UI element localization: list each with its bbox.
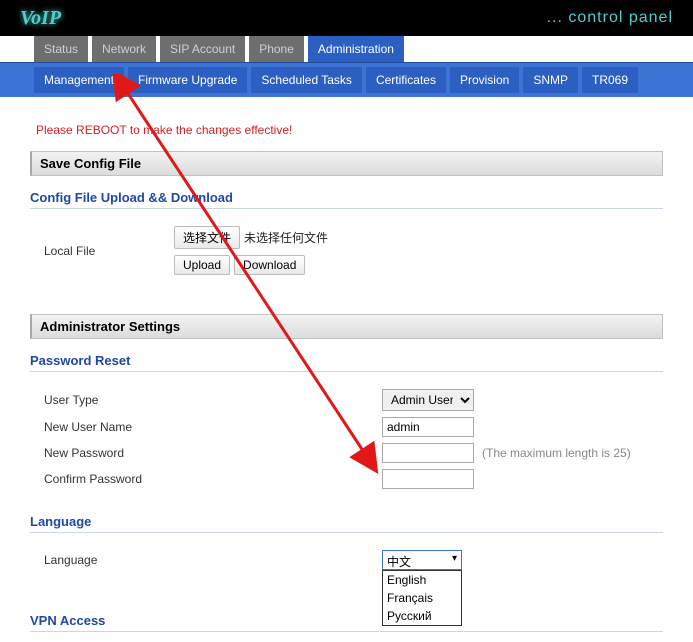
new-username-label: New User Name [44, 420, 174, 434]
app-logo: VoIP [20, 7, 61, 30]
tab-sip-account[interactable]: SIP Account [160, 36, 245, 62]
new-username-input[interactable] [382, 417, 474, 437]
subheading-config-file: Config File Upload && Download [30, 190, 663, 209]
subheading-password-reset: Password Reset [30, 353, 663, 372]
tab-status[interactable]: Status [34, 36, 88, 62]
main-tab-bar: Status Network SIP Account Phone Adminis… [0, 36, 693, 63]
app-header: VoIP ... control panel [0, 0, 693, 36]
subheading-vpn-access: VPN Access [30, 613, 663, 632]
subtab-snmp[interactable]: SNMP [523, 67, 578, 93]
user-type-label: User Type [44, 393, 174, 407]
confirm-password-input[interactable] [382, 469, 474, 489]
language-option-francais[interactable]: Français [383, 589, 461, 607]
section-admin-settings: Administrator Settings [30, 314, 663, 339]
local-file-label: Local File [44, 244, 174, 258]
user-type-select[interactable]: Admin User [382, 389, 474, 411]
language-label: Language [44, 553, 174, 567]
tab-administration[interactable]: Administration [308, 36, 404, 62]
subtab-management[interactable]: Management [34, 67, 124, 93]
subheading-language: Language [30, 514, 663, 533]
reboot-warning: Please REBOOT to make the changes effect… [36, 123, 663, 137]
language-dropdown: English Français Русский [382, 570, 462, 626]
subtab-firmware-upgrade[interactable]: Firmware Upgrade [128, 67, 247, 93]
language-option-russian[interactable]: Русский [383, 607, 461, 625]
subtab-certificates[interactable]: Certificates [366, 67, 446, 93]
file-chosen-text: 未选择任何文件 [244, 229, 328, 246]
choose-file-button[interactable]: 选择文件 [174, 226, 240, 249]
new-password-label: New Password [44, 446, 174, 460]
tab-network[interactable]: Network [92, 36, 156, 62]
language-select[interactable]: 中文 [382, 550, 462, 570]
new-password-input[interactable] [382, 443, 474, 463]
content-area: Please REBOOT to make the changes effect… [0, 97, 693, 632]
subtab-tr069[interactable]: TR069 [582, 67, 638, 93]
subtab-provision[interactable]: Provision [450, 67, 519, 93]
app-subtitle: ... control panel [547, 9, 673, 27]
upload-button[interactable]: Upload [174, 255, 230, 275]
tab-phone[interactable]: Phone [249, 36, 304, 62]
download-button[interactable]: Download [234, 255, 305, 275]
password-hint: (The maximum length is 25) [482, 446, 631, 460]
language-option-english[interactable]: English [383, 571, 461, 589]
subtab-scheduled-tasks[interactable]: Scheduled Tasks [251, 67, 362, 93]
section-save-config: Save Config File [30, 151, 663, 176]
confirm-password-label: Confirm Password [44, 472, 174, 486]
sub-tab-bar: Management Firmware Upgrade Scheduled Ta… [0, 63, 693, 97]
